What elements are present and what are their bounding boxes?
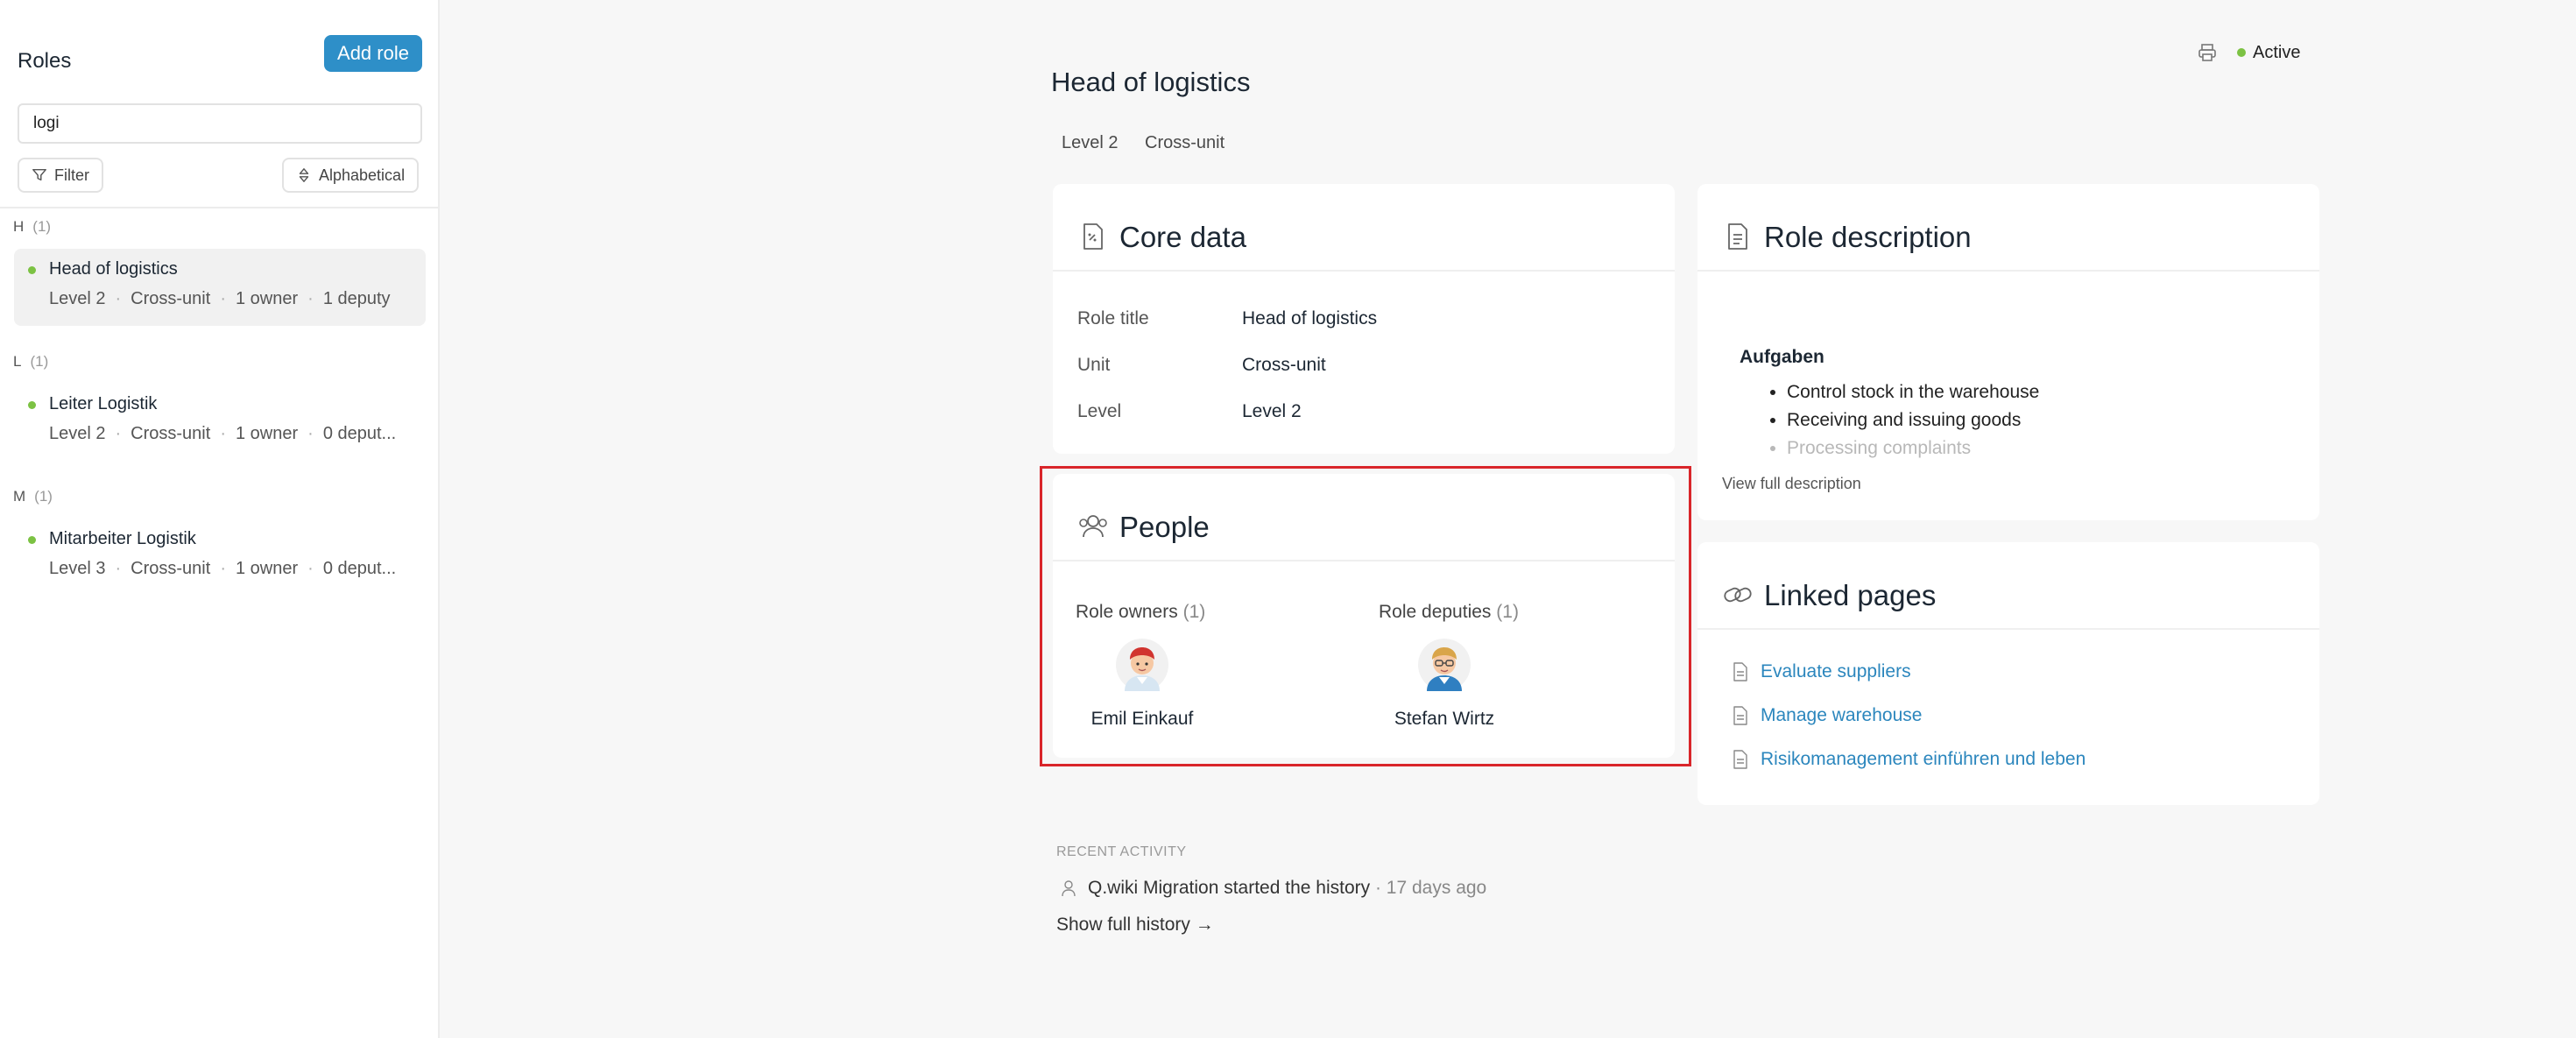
show-full-history-link[interactable]: Show full history → [1056,914,1214,936]
field-label: Unit [1077,355,1111,375]
group-header-l: L (1) [13,353,48,371]
group-count: (1) [32,218,52,235]
page-icon [1733,706,1747,725]
active-dot [2237,48,2246,58]
header-actions: Active [2197,42,2300,63]
status-badge: Active [2237,43,2300,63]
role-unit: Cross-unit [131,289,211,308]
role-level: Level 2 [49,289,106,308]
role-owners: 1 owner [235,424,299,443]
activity-time: · 17 days ago [1374,878,1487,898]
linked-page-label: Evaluate suppliers [1761,661,1911,681]
status-dot [28,401,36,409]
role-owners: 1 owner [235,289,299,308]
description-heading: Aufgaben [1740,347,1824,367]
sort-icon [299,168,309,182]
role-meta: Level 2 · Cross-unit · 1 owner · 1 deputy [49,289,391,308]
linked-pages-card: Linked pages Evaluate suppliers Manage w… [1697,542,2319,805]
task-item: Control stock in the warehouse [1787,378,2039,406]
field-label: Level [1077,401,1122,421]
role-list-item[interactable]: Leiter Logistik Level 2 · Cross-unit · 1 own… [14,384,426,461]
group-letter: L [13,353,22,370]
link-icon [1724,587,1752,603]
status-dot [28,266,36,274]
role-name: Leiter Logistik [49,394,158,413]
add-role-button[interactable]: Add role [324,35,422,72]
card-header: Linked pages [1697,542,2319,630]
core-data-card: Core data Role title Head of logistics U… [1053,184,1675,454]
task-item: Receiving and issuing goods [1787,406,2039,434]
search-input[interactable] [18,103,422,144]
filter-button[interactable]: Filter [18,158,103,193]
filter-label: Filter [54,166,89,184]
sidebar-divider [0,207,440,208]
roles-sidebar: Roles Add role Filter Alphabetical H(1) … [0,0,440,1038]
linked-page-link[interactable]: Risikomanagement einführen und leben [1733,749,2086,770]
page-icon [1733,662,1747,681]
status-label: Active [2253,42,2301,62]
role-list-item[interactable]: Mitarbeiter Logistik Level 3 · Cross-unit ·… [14,519,426,596]
field-value: Head of logistics [1242,308,1378,328]
filter-icon [32,168,46,181]
activity-action: started the history [1224,878,1371,898]
task-item: Processing complaints [1787,434,2039,463]
activity-entry: Q.wiki Migration started the history · 1… [1062,878,1486,899]
view-full-description-link[interactable]: View full description [1722,475,1861,493]
level-tag: Level 2 [1062,133,1119,152]
group-header-m: M (1) [13,488,53,505]
sort-label: Alphabetical [319,166,406,184]
activity-actor[interactable]: Q.wiki Migration [1088,878,1218,898]
document-tag-icon [1083,223,1103,250]
role-deputies: 1 deputy [322,289,391,308]
unit-tag: Cross-unit [1145,133,1225,152]
linked-page-label: Risikomanagement einführen und leben [1761,749,2086,769]
status-dot [28,536,36,544]
task-list: Control stock in the warehouse Receiving… [1787,378,2039,463]
sort-button[interactable]: Alphabetical [282,158,420,193]
card-title: Role description [1764,221,1972,253]
card-header: Core data [1053,184,1675,272]
role-name: Mitarbeiter Logistik [49,529,196,548]
user-icon [1062,880,1076,897]
highlight-box [1040,466,1691,766]
role-unit: Cross-unit [131,424,211,443]
role-owners: 1 owner [235,559,299,578]
card-title: Linked pages [1764,579,1937,611]
group-header-h: H (1) [13,218,51,236]
card-header: Role description [1697,184,2319,272]
group-letter: M [13,488,26,505]
role-level: Level 3 [49,559,106,578]
role-description-card: Role description Aufgaben Control stock … [1697,184,2319,520]
card-title: Core data [1119,221,1246,253]
role-deputies: 0 deput... [322,424,397,443]
recent-activity-heading: RECENT ACTIVITY [1056,844,1187,859]
role-list-item[interactable]: Head of logistics Level 2 · Cross-unit · 1 o… [14,249,426,326]
page-icon [1733,750,1747,769]
group-count: (1) [30,353,49,370]
role-unit: Cross-unit [131,559,211,578]
print-icon[interactable] [2197,42,2218,63]
linked-page-link[interactable]: Manage warehouse [1733,705,1922,726]
group-letter: H [13,218,25,235]
linked-page-label: Manage warehouse [1761,705,1923,725]
role-deputies: 0 deput... [322,559,397,578]
role-meta: Level 2 · Cross-unit · 1 owner · 0 deput... [49,424,397,443]
role-meta: Level 3 · Cross-unit · 1 owner · 0 deput... [49,559,397,578]
sidebar-title: Roles [18,49,72,73]
linked-page-link[interactable]: Evaluate suppliers [1733,661,1911,682]
page-title: Head of logistics [1051,67,1251,97]
role-name: Head of logistics [49,259,178,279]
role-level: Level 2 [49,424,106,443]
field-value: Level 2 [1242,401,1302,421]
field-label: Role title [1077,308,1149,328]
group-count: (1) [34,488,53,505]
field-value: Cross-unit [1242,355,1326,375]
document-icon [1728,223,1747,250]
